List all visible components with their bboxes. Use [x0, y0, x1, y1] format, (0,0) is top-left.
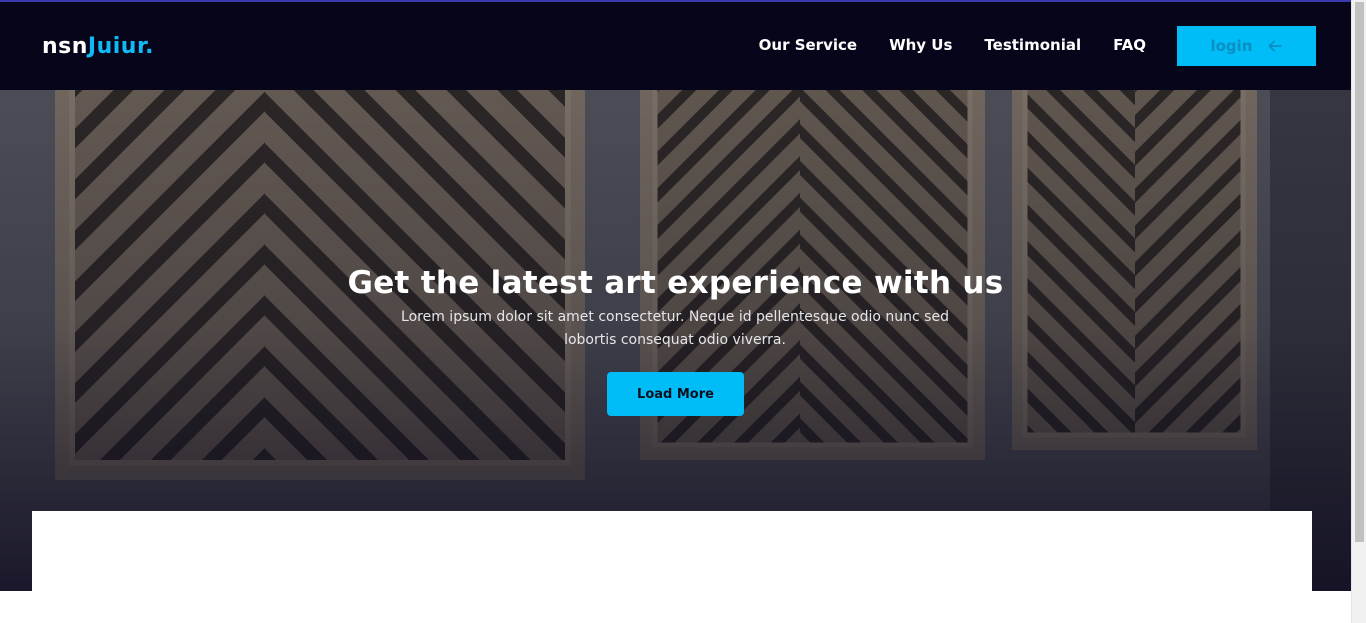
login-label: login [1210, 37, 1253, 55]
hero-title: Get the latest art experience with us [347, 265, 1004, 301]
hero-subtitle: Lorem ipsum dolor sit amet consectetur. … [401, 309, 949, 348]
arrow-left-icon [1268, 40, 1282, 52]
nav-item-why-us[interactable]: Why Us [889, 36, 952, 54]
logo[interactable]: nsnJuiur. [42, 33, 154, 59]
login-button[interactable]: login [1177, 26, 1316, 66]
content-card [32, 511, 1312, 591]
scrollbar[interactable] [1351, 0, 1366, 623]
nav-item-testimonial[interactable]: Testimonial [984, 36, 1081, 54]
logo-main: nsn [42, 33, 88, 59]
navbar: nsnJuiur. Our Service Why Us Testimonial… [0, 2, 1351, 90]
nav-item-our-service[interactable]: Our Service [759, 36, 857, 54]
load-more-button[interactable]: Load More [607, 372, 744, 416]
nav-links: Our Service Why Us Testimonial FAQ [727, 36, 1146, 54]
logo-accent: Juiur. [87, 33, 155, 59]
page: Get the latest art experience with us Lo… [0, 0, 1366, 623]
logo-text: nsnJuiur. [42, 34, 154, 59]
nav-item-faq[interactable]: FAQ [1113, 36, 1146, 54]
scrollbar-thumb[interactable] [1355, 2, 1364, 542]
